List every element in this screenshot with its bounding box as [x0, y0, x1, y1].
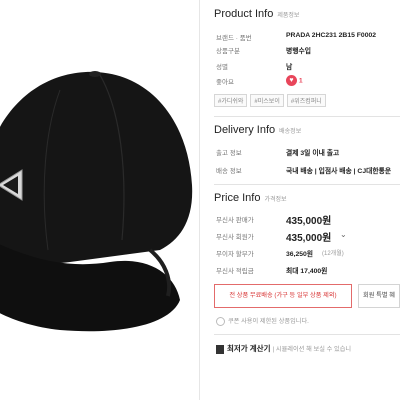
coupon-notice-text: 쿠폰 사용이 제한된 상품입니다.: [228, 318, 309, 325]
shipping-info-row: 배송 정보 국내 배송 | 입점사 배송 | CJ대한통운: [214, 165, 400, 176]
shipping-out-label: 출고 정보: [216, 150, 242, 157]
points-row: 무신사 적립금 최대 17,400원: [214, 265, 400, 276]
free-shipping-button[interactable]: 전 상품 무료배송 (가구 등 일부 상품 제외): [214, 284, 352, 308]
divider: [214, 116, 400, 117]
delivery-info-title: Delivery Info 배송정보: [214, 124, 301, 136]
gender-label: 성별: [216, 64, 228, 71]
section-subtitle: 제품정보: [277, 13, 300, 19]
product-image: [0, 0, 200, 400]
section-title: Product Info: [214, 8, 274, 20]
like-button[interactable]: ♥ 1: [286, 75, 303, 86]
product-info-panel: Product Info 제품정보 브랜드 · 품번 PRADA 2HC231 2…: [214, 0, 400, 400]
installment-note: (12개월): [322, 251, 344, 257]
like-label: 좋아요: [216, 79, 234, 86]
shipping-out-value: 결제 3일 이내 출고: [286, 150, 340, 157]
calculator-icon: [216, 344, 224, 354]
points-label: 무신사 적립금: [216, 268, 254, 275]
member-price-row: 무신사 회원가 435,000원 ⌄: [214, 229, 400, 244]
member-price-label: 무신사 회원가: [216, 234, 254, 241]
gender-value: 남: [286, 64, 293, 71]
shipping-out-row: 출고 정보 결제 3일 이내 출고: [214, 147, 400, 158]
category-label: 상품구분: [216, 48, 240, 55]
category-row: 상품구분 병행수입: [214, 45, 400, 56]
like-row: 좋아요 ♥ 1: [214, 75, 400, 87]
installment-value: 36,250원: [286, 251, 314, 258]
section-title: Price Info: [214, 192, 261, 204]
category-value: 병행수입: [286, 48, 312, 55]
tag-item[interactable]: #미스보이: [250, 94, 284, 107]
brand-label: 브랜드 · 품번: [216, 35, 252, 42]
member-benefit-button[interactable]: 회원 특별 혜: [358, 284, 400, 308]
coupon-notice: 쿠폰 사용이 제한된 상품입니다.: [216, 316, 309, 326]
notice-icon: [216, 316, 225, 326]
chevron-down-icon[interactable]: ⌄: [340, 230, 347, 239]
price-calculator[interactable]: 최저가 계산기 | 시뮬레이션 해 보실 수 있습니: [216, 343, 351, 354]
sale-price-row: 무신사 판매가 435,000원: [214, 212, 400, 227]
member-price-value: 435,000원: [286, 233, 332, 244]
tag-item[interactable]: #위즈컴퍼니: [286, 94, 326, 107]
tag-item[interactable]: #가디쉬와: [214, 94, 248, 107]
shipping-info-value: 국내 배송 | 입점사 배송 | CJ대한통운: [286, 168, 392, 175]
divider: [214, 184, 400, 185]
section-subtitle: 배송정보: [279, 129, 302, 135]
brand-value[interactable]: PRADA 2HC231 2B15 F0002: [286, 32, 376, 39]
sale-price-label: 무신사 판매가: [216, 217, 254, 224]
tag-list: #가디쉬와 #미스보이 #위즈컴퍼니: [214, 94, 400, 108]
installment-row: 무이자 할부가 36,250원 (12개월): [214, 248, 400, 259]
image-frame: [0, 0, 200, 400]
product-info-title: Product Info 제품정보: [214, 8, 299, 20]
price-info-title: Price Info 가격정보: [214, 192, 287, 204]
installment-label: 무이자 할부가: [216, 251, 254, 258]
brand-row: 브랜드 · 품번 PRADA 2HC231 2B15 F0002: [214, 32, 400, 43]
section-title: Delivery Info: [214, 124, 276, 136]
gender-row: 성별 남: [214, 61, 400, 72]
section-subtitle: 가격정보: [264, 197, 287, 203]
divider: [214, 334, 400, 335]
heart-icon: ♥: [286, 75, 297, 86]
like-count: 1: [298, 77, 303, 85]
calculator-desc: | 시뮬레이션 해 보실 수 있습니: [272, 346, 352, 353]
calculator-title: 최저가 계산기: [227, 344, 271, 353]
points-value: 최대 17,400원: [286, 268, 328, 275]
shipping-info-label: 배송 정보: [216, 168, 242, 175]
sale-price-value: 435,000원: [286, 216, 332, 227]
